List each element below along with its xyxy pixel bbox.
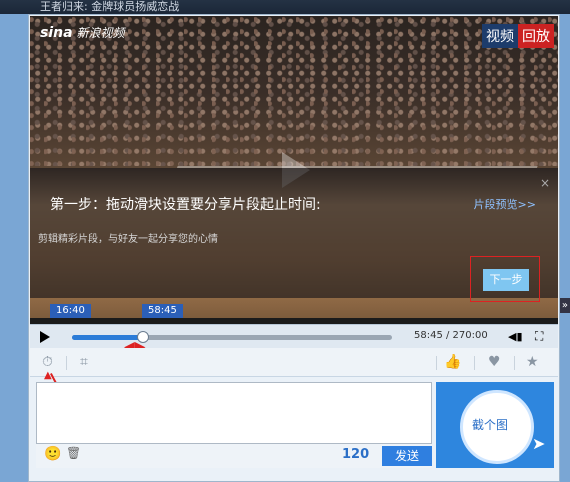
fullscreen-icon[interactable]: ⛶ <box>535 329 543 344</box>
timer-icon[interactable]: ⏱ <box>42 354 53 370</box>
clip-preview-link[interactable]: 片段预览>> <box>474 196 536 212</box>
time-readout: 58:45 / 270:00 <box>414 330 488 341</box>
logo-brand: sina <box>40 25 73 41</box>
clip-step-overlay: × 第一步：拖动滑块设置要分享片段起止时间: 片段预览>> 剪辑精彩片段，与好友… <box>30 168 558 302</box>
trash-icon[interactable]: 🗑 <box>66 446 81 460</box>
step-subtitle: 剪辑精彩片段，与好友一起分享您的心情 <box>38 234 218 245</box>
clip-start-label: 16:40 <box>50 304 91 318</box>
replay-badge-part-1: 视频 <box>482 24 518 48</box>
crop-icon[interactable]: ⌗ <box>80 354 88 370</box>
char-remaining: 120 <box>342 447 370 462</box>
thumbs-up-icon[interactable]: 👍 <box>444 354 461 370</box>
replay-badge-part-2: 回放 <box>518 24 554 48</box>
logo-text: 新浪视频 <box>76 26 125 40</box>
clip-end-label: 58:45 <box>142 304 183 318</box>
send-button[interactable]: 发送 <box>382 446 432 466</box>
top-title-bar: 王者归来: 金牌球员扬威恋战 <box>0 0 570 14</box>
top-title-text: 王者归来: 金牌球员扬威恋战 <box>40 0 180 13</box>
side-expand-icon[interactable]: » <box>559 298 570 313</box>
screenshot-button[interactable]: 截个图 ➤ <box>436 382 554 468</box>
broken-heart-icon[interactable]: ♥ <box>488 354 501 370</box>
emoji-icon[interactable]: 🙂 <box>44 446 61 462</box>
toolbar-divider <box>474 356 475 370</box>
progress-bar[interactable] <box>72 335 392 340</box>
next-button-highlight: 下一步 <box>470 256 540 302</box>
toolbar: ⏱ ⌗ 👍 ♥ ★ <box>30 348 558 377</box>
sina-logo: sina 新浪视频 <box>40 24 125 41</box>
hint-arrow-head-icon: ▲ <box>44 370 52 381</box>
toolbar-divider <box>436 356 437 370</box>
composer-bottom-bar: 🙂 🗑 120 发送 <box>36 444 432 468</box>
screenshot-label: 截个图 <box>472 418 509 432</box>
player-controls: 58:45 / 270:00 ◀▮ ⛶ <box>30 324 558 349</box>
toolbar-divider <box>66 356 67 370</box>
star-icon[interactable]: ★ <box>526 354 539 370</box>
play-button[interactable] <box>40 331 50 343</box>
toolbar-divider <box>514 356 515 370</box>
comment-input[interactable] <box>36 382 432 444</box>
replay-badge: 视频 回放 <box>482 24 554 48</box>
close-icon[interactable]: × <box>540 176 550 190</box>
step-title: 第一步：拖动滑块设置要分享片段起止时间: <box>50 197 321 213</box>
volume-icon[interactable]: ◀▮ <box>508 330 523 343</box>
cursor-icon: ➤ <box>532 434 546 453</box>
next-step-button[interactable]: 下一步 <box>483 269 529 291</box>
